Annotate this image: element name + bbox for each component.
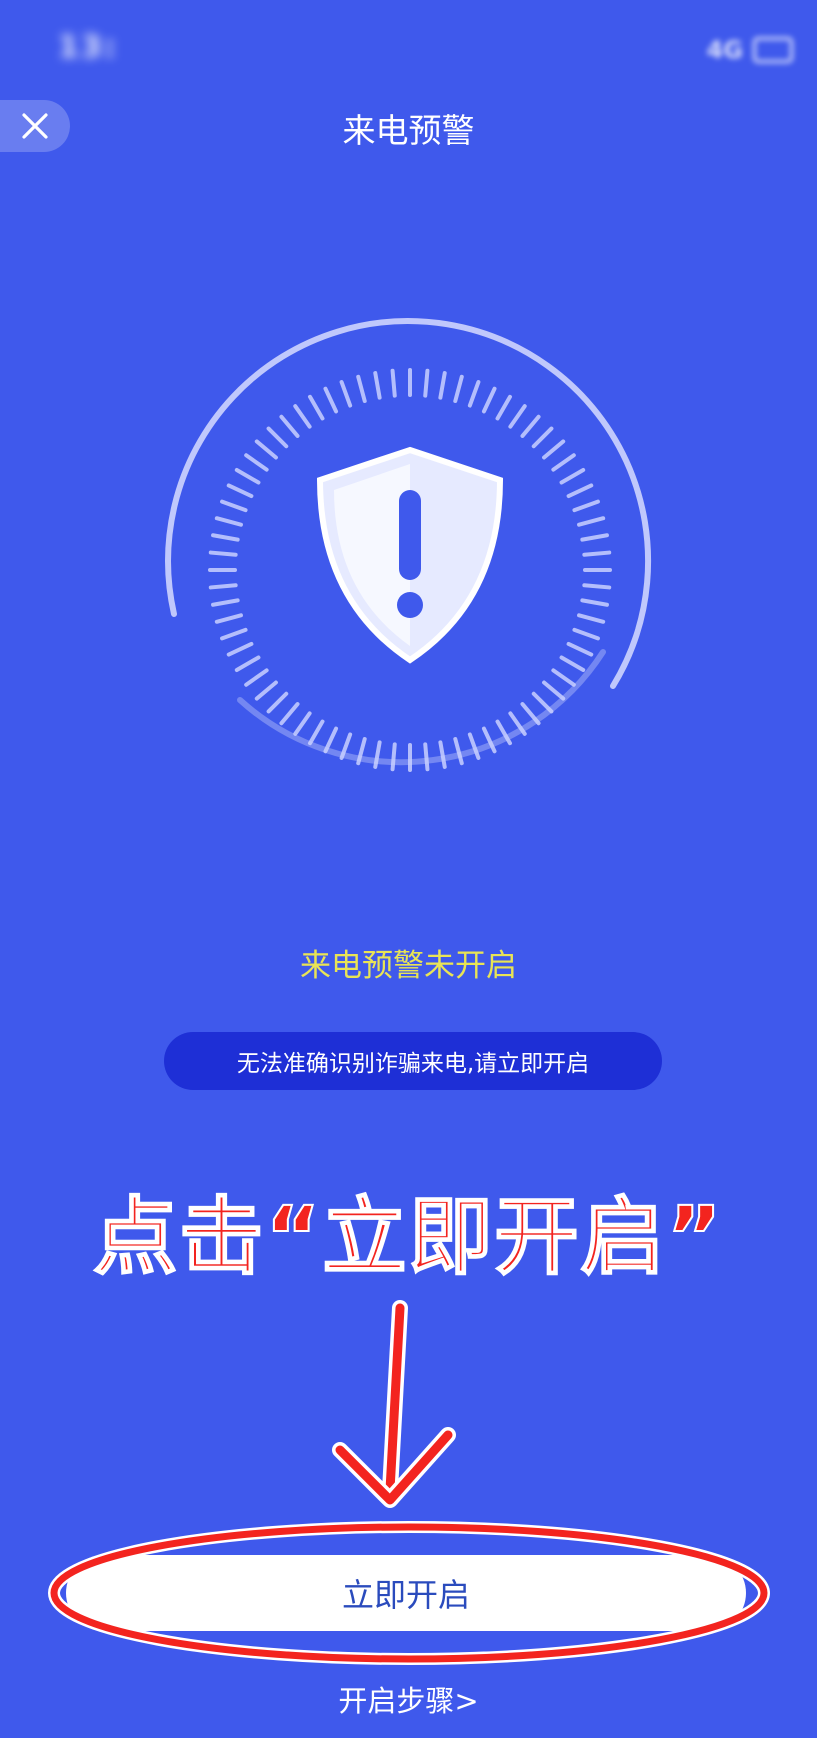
dial-tick (580, 598, 609, 607)
dial-tick (308, 719, 325, 746)
dial-tick (293, 404, 312, 429)
dial-tick (323, 726, 339, 754)
dial-tick (542, 680, 566, 701)
dial-tick (438, 740, 447, 769)
dial-tick (211, 533, 240, 542)
dial-tick (220, 499, 248, 513)
dial-tick (453, 374, 464, 403)
dial-tick (323, 386, 339, 414)
dial-tick (551, 668, 576, 687)
dial-tick (339, 380, 353, 408)
dial-tick (481, 386, 497, 414)
page-title: 来电预警 (342, 111, 475, 150)
dial-tick (438, 371, 447, 400)
dial-tick (423, 368, 430, 398)
dial-tick (308, 394, 325, 421)
dial-tick (356, 374, 367, 403)
status-bar: 13: 4G (0, 0, 817, 90)
dial-tick (508, 404, 527, 429)
incoming-call-warning-screen: 13: 4G 来电预警 来电预警未开启 无法准确识别诈骗来电,请立即开启 点击“… (0, 0, 817, 1738)
dial-tick (208, 550, 238, 557)
dial-tick (226, 483, 254, 499)
dial-tick (582, 583, 612, 590)
dial-tick (453, 737, 464, 766)
dial-tick (244, 453, 269, 472)
shield-exclamation-icon (316, 446, 504, 664)
dial-tick (542, 439, 566, 460)
warning-status-text: 来电预警未开启 (300, 948, 517, 984)
dial-tick (211, 598, 240, 607)
protection-dial (165, 318, 652, 772)
dial-tick (214, 613, 243, 624)
dial-tick (559, 468, 586, 485)
hint-text: 无法准确识别诈骗来电,请立即开启 (236, 1051, 590, 1077)
dial-tick (226, 641, 254, 657)
dial-tick (495, 394, 512, 421)
status-time: 13: (58, 30, 118, 65)
dial-tick (531, 691, 554, 714)
dial-tick (580, 533, 609, 542)
open-steps-link[interactable]: 开启步骤> (0, 1678, 817, 1720)
dial-tick (208, 583, 238, 590)
dial-tick (254, 680, 278, 701)
hint-pill: 无法准确识别诈骗来电,请立即开启 (164, 1032, 662, 1090)
dial-tick (566, 483, 594, 499)
dial-tick (390, 368, 397, 398)
dial-tick (214, 516, 243, 527)
dial-tick (279, 702, 300, 726)
dial-tick (266, 426, 289, 449)
dial-tick (279, 414, 300, 438)
status-indicators: 4G (707, 36, 793, 64)
dial-tick (234, 655, 261, 672)
annotation-instruction: 点击“立即开启” (92, 1187, 724, 1287)
network-indicator: 4G (706, 36, 743, 64)
open-now-button[interactable]: 立即开启 (66, 1555, 746, 1631)
dial-tick (572, 627, 600, 641)
battery-icon (753, 37, 793, 63)
dial-tick (531, 426, 554, 449)
dial-tick (566, 641, 594, 657)
dial-tick (254, 439, 278, 460)
dial-tick (572, 499, 600, 513)
dial-tick (520, 414, 541, 438)
dial-tick (373, 371, 382, 400)
dial-tick (293, 711, 312, 736)
dial-tick (467, 380, 481, 408)
dial-tick (559, 655, 586, 672)
dial-tick (220, 627, 248, 641)
dial-tick (582, 550, 612, 557)
dial-tick (266, 691, 289, 714)
dial-tick (577, 516, 606, 527)
arrow-down-icon (332, 1300, 456, 1508)
dial-tick (244, 668, 269, 687)
dial-tick (423, 742, 430, 772)
dial-tick (551, 453, 576, 472)
dial-tick (577, 613, 606, 624)
dial-tick (234, 468, 261, 485)
dial-tick (390, 742, 397, 772)
dial-tick (520, 702, 541, 726)
